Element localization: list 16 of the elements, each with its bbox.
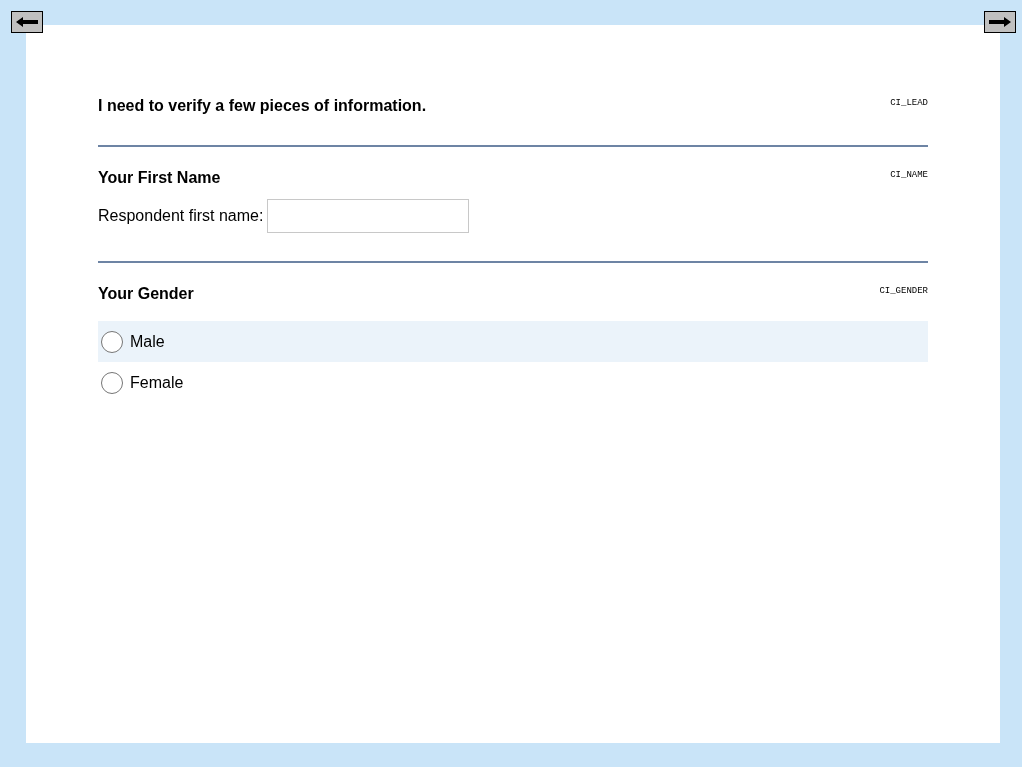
question-code: CI_NAME [890,169,928,182]
question-title: Your First Name [98,168,221,188]
back-button[interactable] [11,11,43,33]
left-arrow-icon [16,17,38,27]
radio-option[interactable]: Female [98,362,928,403]
field-label: Respondent first name: [98,206,264,226]
radio-option[interactable]: Male [98,321,928,362]
radio-button[interactable] [101,330,123,353]
right-arrow-icon [989,17,1011,27]
first-name-input[interactable] [267,199,470,233]
question-title: Your Gender [98,284,194,304]
radio-button[interactable] [101,371,123,394]
question-code: CI_LEAD [890,97,928,110]
question-title: I need to verify a few pieces of information. [98,96,427,116]
question-code: CI_GENDER [879,285,928,298]
next-button[interactable] [984,11,1016,33]
